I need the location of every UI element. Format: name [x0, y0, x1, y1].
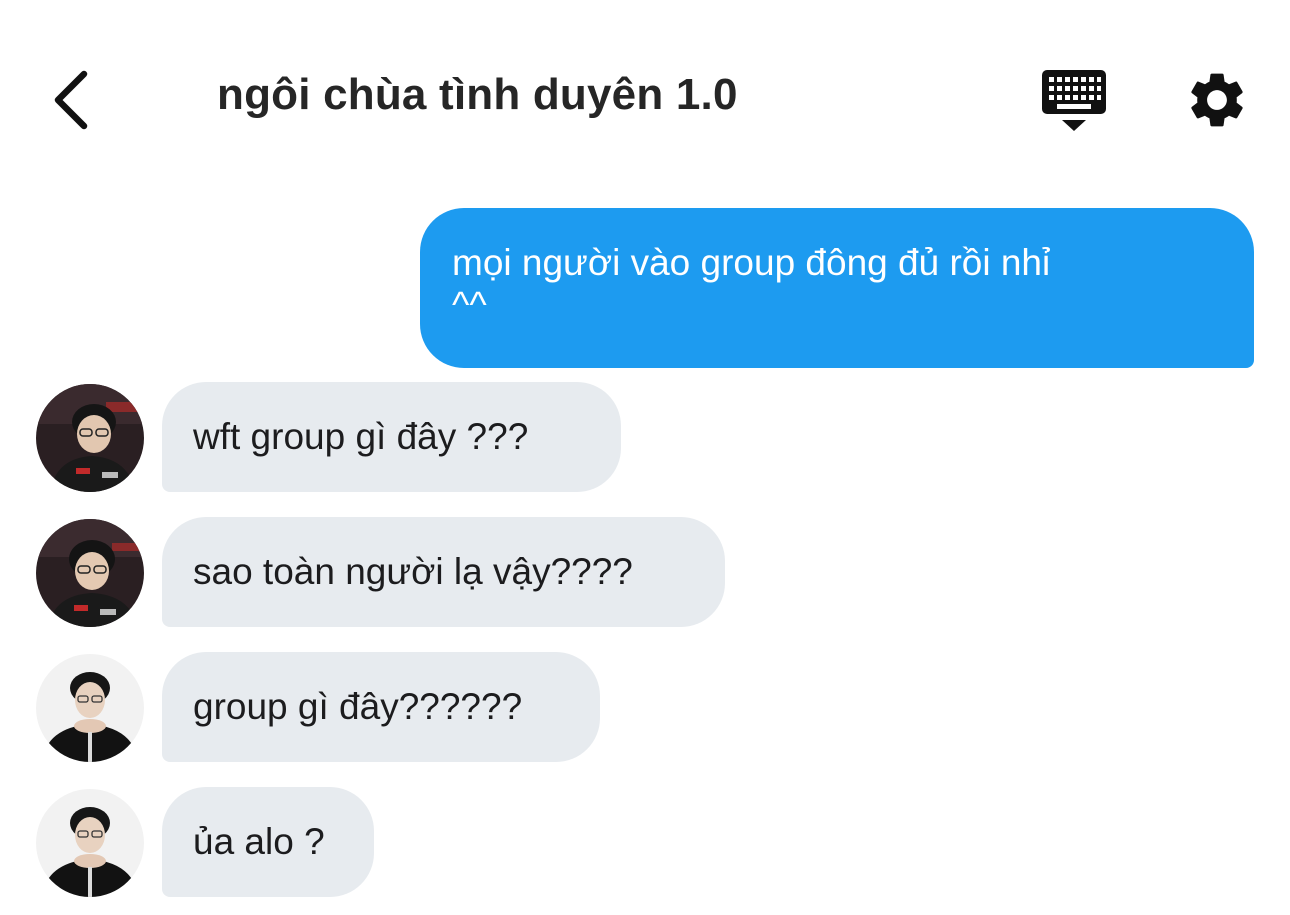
- avatar-image: [36, 654, 144, 762]
- user-avatar-black-shirt[interactable]: [36, 789, 144, 897]
- back-button[interactable]: [40, 64, 100, 136]
- keyboard-button[interactable]: [1040, 68, 1108, 134]
- settings-button[interactable]: [1184, 67, 1250, 133]
- avatar-image: [36, 384, 144, 492]
- message-bubble-incoming[interactable]: ủa alo ?: [162, 787, 374, 897]
- avatar-image: [36, 519, 144, 627]
- message-bubble-incoming[interactable]: group gì đây??????: [162, 652, 600, 762]
- message-bubble-outgoing[interactable]: mọi người vào group đông đủ rồi nhỉ ^^: [420, 208, 1254, 368]
- user-avatar-black-shirt[interactable]: [36, 654, 144, 762]
- message-text: group gì đây??????: [193, 686, 523, 727]
- chat-header: ngôi chùa tình duyên 1.0: [0, 0, 1290, 190]
- message-bubble-incoming[interactable]: sao toàn người lạ vậy????: [162, 517, 725, 627]
- chevron-left-icon: [54, 70, 88, 130]
- chat-title: ngôi chùa tình duyên 1.0: [217, 70, 738, 119]
- user-avatar-glasses[interactable]: [36, 519, 144, 627]
- message-text: wft group gì đây ???: [193, 416, 529, 457]
- avatar-image: [36, 789, 144, 897]
- gear-icon: [1191, 73, 1243, 127]
- message-text: ủa alo ?: [193, 821, 325, 862]
- message-bubble-incoming[interactable]: wft group gì đây ???: [162, 382, 621, 492]
- message-text: sao toàn người lạ vậy????: [193, 551, 633, 592]
- keyboard-icon: [1042, 70, 1106, 131]
- message-text-line-1: mọi người vào group đông đủ rồi nhỉ: [452, 242, 1051, 283]
- user-avatar-glasses[interactable]: [36, 384, 144, 492]
- message-text-line-2: ^^: [452, 284, 487, 325]
